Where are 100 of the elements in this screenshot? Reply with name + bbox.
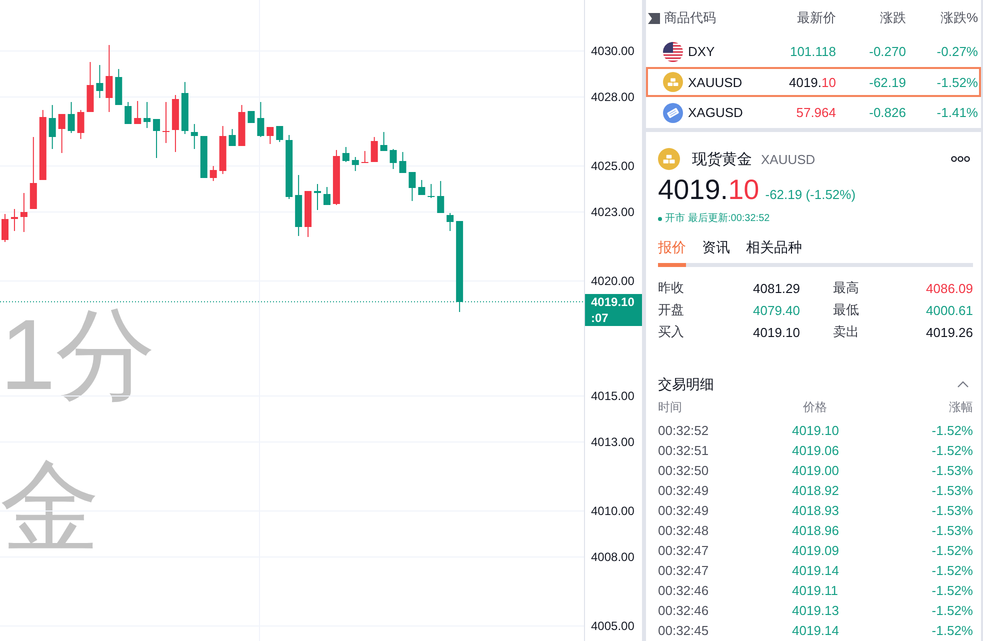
time-cell-text: 00:32:48 xyxy=(658,523,710,540)
change-cell: -0.270 xyxy=(869,44,906,60)
candlestick xyxy=(352,156,359,172)
price-change: -62.19 (-1.52%) xyxy=(765,187,856,202)
price-cell: 4019.09 xyxy=(792,543,839,560)
candlestick xyxy=(48,104,56,150)
change-cell: -1.52% xyxy=(932,443,973,460)
stat-label: 最低 xyxy=(833,301,859,320)
candlestick xyxy=(437,180,444,214)
column-header: 价格 xyxy=(802,398,827,416)
watchlist-row[interactable]: XAUUSD 4019.10 -62.19 -1.52% xyxy=(646,66,981,98)
stat-value: 4000.61 xyxy=(926,302,973,318)
time-cell-text: 00:32:47 xyxy=(658,563,710,580)
candlestick xyxy=(77,110,84,140)
time-cell-text: 00:32:52 xyxy=(658,423,710,440)
time-cell-text: 00:32:49 xyxy=(658,503,710,520)
candlestick xyxy=(314,184,321,210)
candlestick xyxy=(68,102,75,134)
change-cell: -1.52% xyxy=(932,563,973,580)
candlestick xyxy=(106,44,113,112)
time-cell-text: 00:32:46 xyxy=(658,603,710,620)
candlestick xyxy=(342,146,350,162)
candlestick xyxy=(428,184,435,198)
change-cell: -0.826 xyxy=(869,105,906,120)
column-header: 涨跌% xyxy=(940,9,978,28)
caret-icon[interactable] xyxy=(957,380,969,388)
candlestick xyxy=(408,172,416,202)
change-cell: -1.52% xyxy=(932,623,973,640)
candlestick xyxy=(418,180,426,196)
candlestick xyxy=(181,82,188,134)
watchlist-row[interactable]: DXY 101.118 -0.270 -0.27% xyxy=(646,36,981,67)
candlestick xyxy=(361,150,368,164)
candlestick xyxy=(20,192,28,232)
price-cell: 4018.92 xyxy=(792,483,839,500)
time-cell-text: 00:32:47 xyxy=(658,543,710,560)
more-icon[interactable] xyxy=(951,156,970,162)
candlestick xyxy=(276,126,284,142)
time-cell-text: 00:32:45 xyxy=(658,623,710,640)
candlestick xyxy=(323,186,330,206)
candlestick xyxy=(200,136,208,178)
tab[interactable]: 资讯 xyxy=(702,237,730,268)
candlestick xyxy=(370,136,378,162)
change-cell: -1.53% xyxy=(932,523,973,540)
stat-label: 买入 xyxy=(658,323,684,342)
candlestick xyxy=(96,64,104,98)
candlestick xyxy=(332,150,340,206)
column-header: 时间 xyxy=(658,398,683,416)
price-cell: 4019.11 xyxy=(792,583,838,600)
time-cell-text: 00:32:51 xyxy=(658,443,710,460)
tab[interactable]: 相关品种 xyxy=(746,237,802,268)
symbol-watermark-text: 1分 xyxy=(0,305,156,405)
candlestick xyxy=(134,100,142,124)
price-cell: 4019.00 xyxy=(792,463,839,480)
stat-value: 4019.26 xyxy=(926,324,973,340)
symbol-text: DXY xyxy=(688,44,715,60)
axis-tick-label: 4015.00 xyxy=(591,388,634,404)
axis-tick-label: 4008.00 xyxy=(591,549,634,565)
watchlist-row[interactable]: XAGUSD 57.964 -0.826 -1.41% xyxy=(646,97,981,128)
candlestick xyxy=(124,102,132,124)
candlestick xyxy=(172,94,179,152)
candlestick xyxy=(248,110,255,124)
stat-value: 4079.40 xyxy=(753,302,800,318)
section-title: 交易明细 xyxy=(658,375,714,394)
last-price: 4019.10 xyxy=(658,174,760,206)
stat-label: 卖出 xyxy=(833,323,859,342)
stacked-bars-icon xyxy=(663,72,683,92)
candlestick xyxy=(162,102,170,144)
time-cell-text: 00:32:50 xyxy=(658,463,710,480)
change-cell: -1.52% xyxy=(932,583,973,600)
axis-tick-label: 4005.00 xyxy=(591,618,634,634)
instrument-symbol: XAUUSD xyxy=(761,152,816,167)
change-cell: -1.52% xyxy=(932,543,973,560)
price-cell: 4018.96 xyxy=(792,523,839,540)
ingot-icon xyxy=(663,102,683,123)
axis-tick-label: 4030.00 xyxy=(591,43,634,59)
candlestick xyxy=(304,190,312,238)
axis-tick-label: 4028.00 xyxy=(591,89,634,105)
column-header: 最新价 xyxy=(797,9,836,28)
candlestick xyxy=(10,208,18,232)
price-cell: 4019.06 xyxy=(792,443,839,460)
change-cell: -1.52% xyxy=(932,603,973,620)
axis-tick-label: 4013.00 xyxy=(591,434,634,450)
change-percent-cell: -1.52% xyxy=(936,74,978,90)
candlestick xyxy=(286,134,293,200)
candlestick xyxy=(58,114,66,154)
symbol-text: XAUUSD xyxy=(688,74,742,90)
candlestick xyxy=(144,102,151,128)
price-cell: 57.964 xyxy=(796,105,836,120)
candlestick xyxy=(39,110,46,180)
price-cell: 4019.10 xyxy=(788,74,836,90)
stat-value: 4086.09 xyxy=(926,280,973,296)
candlestick xyxy=(390,148,397,170)
change-percent-cell: -1.41% xyxy=(936,105,978,120)
change-cell: -1.53% xyxy=(932,503,973,520)
stat-label: 开盘 xyxy=(658,301,684,320)
candlestick xyxy=(86,62,94,112)
price-cell: 4019.13 xyxy=(792,603,839,620)
candlestick xyxy=(219,126,226,174)
instrument-name: 现货黄金 xyxy=(692,150,752,169)
change-percent-cell: -0.27% xyxy=(936,44,978,60)
